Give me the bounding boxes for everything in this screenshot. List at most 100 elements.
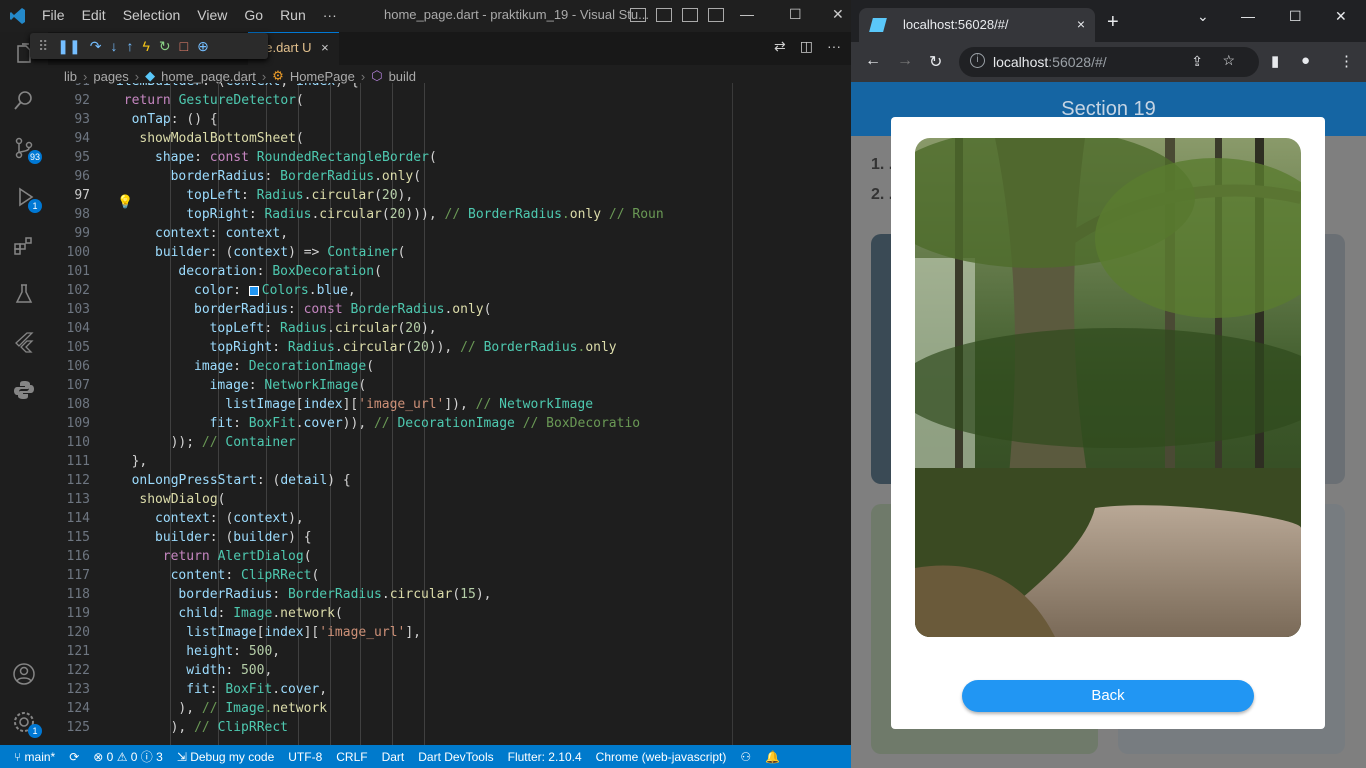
customize-layout-icon[interactable] xyxy=(708,8,724,22)
code-line[interactable]: 123 fit: BoxFit.cover, xyxy=(48,680,851,699)
code-line[interactable]: 115 builder: (builder) { xyxy=(48,528,851,547)
code-line[interactable]: 114 context: (context), xyxy=(48,509,851,528)
device-status[interactable]: Chrome (web-javascript) xyxy=(596,750,727,764)
back-button[interactable]: Back xyxy=(962,680,1254,712)
language-status[interactable]: Dart xyxy=(382,750,405,764)
menu-edit[interactable]: Edit xyxy=(82,7,106,23)
code-line[interactable]: 96 borderRadius: BorderRadius.only( xyxy=(48,167,851,186)
code-line[interactable]: 111}, xyxy=(48,452,851,471)
browser-tab[interactable]: localhost:56028/#/ × xyxy=(859,8,1095,42)
code-line[interactable]: 106 image: DecorationImage( xyxy=(48,357,851,376)
eol-status[interactable]: CRLF xyxy=(336,750,367,764)
profile-icon[interactable]: ● xyxy=(1301,52,1310,69)
code-line[interactable]: 94 showModalBottomSheet( xyxy=(48,129,851,148)
code-line[interactable]: 99 context: context, xyxy=(48,224,851,243)
menu-go[interactable]: Go xyxy=(244,7,263,23)
step-out-icon[interactable]: ↑ xyxy=(126,38,133,54)
breadcrumb-item[interactable]: lib xyxy=(64,69,77,84)
breadcrumb-item[interactable]: pages xyxy=(93,69,128,84)
code-line[interactable]: 109 fit: BoxFit.cover)), // DecorationIma… xyxy=(48,414,851,433)
code-line[interactable]: 121 height: 500, xyxy=(48,642,851,661)
extensions-icon[interactable] xyxy=(12,234,36,258)
forward-arrow-icon[interactable]: → xyxy=(897,52,913,70)
browser-minimize-icon[interactable]: — xyxy=(1241,8,1255,24)
toggle-primary-sidebar-icon[interactable] xyxy=(630,8,646,22)
tab-search-icon[interactable]: ⌄ xyxy=(1197,8,1209,25)
code-line[interactable]: 122 width: 500, xyxy=(48,661,851,680)
flutter-status[interactable]: Flutter: 2.10.4 xyxy=(508,750,582,764)
code-line[interactable]: 102 color: Colors.blue, xyxy=(48,281,851,300)
maximize-icon[interactable]: ☐ xyxy=(789,6,802,23)
code-line[interactable]: 91 itemBuilder: (context, index) { xyxy=(48,83,851,91)
devtools-status[interactable]: Dart DevTools xyxy=(418,750,493,764)
code-line[interactable]: 113 showDialog( xyxy=(48,490,851,509)
browser-tab-close-icon[interactable]: × xyxy=(1077,16,1085,32)
source-control-icon[interactable]: 93 xyxy=(12,136,42,164)
browser-maximize-icon[interactable]: ☐ xyxy=(1289,8,1302,25)
code-line[interactable]: 124), // Image.network xyxy=(48,699,851,718)
code-line[interactable]: 100 builder: (context) => Container( xyxy=(48,243,851,262)
drag-handle-icon[interactable]: ⠿ xyxy=(38,38,48,55)
code-line[interactable]: 112 onLongPressStart: (detail) { xyxy=(48,471,851,490)
code-line[interactable]: 103 borderRadius: const BorderRadius.only… xyxy=(48,300,851,319)
chrome-menu-icon[interactable]: ⋮ xyxy=(1339,52,1354,70)
code-line[interactable]: 110)); // Container xyxy=(48,433,851,452)
code-line[interactable]: 108 listImage[index]['image_url']), // Ne… xyxy=(48,395,851,414)
new-tab-icon[interactable]: + xyxy=(1107,12,1119,32)
minimize-icon[interactable]: — xyxy=(740,6,754,22)
browser-close-icon[interactable]: ✕ xyxy=(1335,8,1347,25)
code-line[interactable]: 105 topRight: Radius.circular(20)), // Bo… xyxy=(48,338,851,357)
toggle-panel-icon[interactable] xyxy=(656,8,672,22)
code-line[interactable]: 120 listImage[index]['image_url'], xyxy=(48,623,851,642)
site-info-icon[interactable]: i xyxy=(970,53,985,68)
menu-more[interactable]: ··· xyxy=(323,7,337,23)
breadcrumb-item[interactable]: HomePage xyxy=(290,69,355,84)
debug-status[interactable]: ⇲ Debug my code xyxy=(177,750,274,764)
breadcrumb-item[interactable]: build xyxy=(389,69,416,84)
hot-reload-icon[interactable]: ϟ xyxy=(142,38,149,54)
share-icon[interactable]: ⇪ xyxy=(1191,53,1203,70)
code-line[interactable]: 116 return AlertDialog( xyxy=(48,547,851,566)
stop-icon[interactable]: □ xyxy=(180,38,188,54)
code-editor[interactable]: 💡 91itemBuilder: (context, index) {92ret… xyxy=(48,83,851,745)
problems-status[interactable]: ⊗ 0 ⚠ 0 ⓘ 3 xyxy=(93,748,163,765)
more-actions-icon[interactable]: ··· xyxy=(827,38,841,55)
back-arrow-icon[interactable]: ← xyxy=(865,52,881,70)
code-line[interactable]: 93 onTap: () { xyxy=(48,110,851,129)
reload-icon[interactable]: ↻ xyxy=(929,52,942,72)
sync-icon[interactable]: ⟳ xyxy=(69,750,79,764)
menu-run[interactable]: Run xyxy=(280,7,306,23)
code-line[interactable]: 119 child: Image.network( xyxy=(48,604,851,623)
compare-changes-icon[interactable]: ⇄ xyxy=(774,38,786,55)
run-debug-icon[interactable]: 1 xyxy=(12,185,42,213)
restart-icon[interactable]: ↻ xyxy=(159,38,171,55)
testing-icon[interactable] xyxy=(12,282,36,306)
close-window-icon[interactable]: ✕ xyxy=(832,6,844,23)
menu-selection[interactable]: Selection xyxy=(123,7,181,23)
feedback-icon[interactable]: ⚇ xyxy=(740,750,751,764)
python-icon[interactable] xyxy=(12,378,36,402)
branch-status[interactable]: ⑂ main* xyxy=(14,750,55,764)
tab-close-icon[interactable]: × xyxy=(321,40,329,55)
manage-gear-icon[interactable]: 1 xyxy=(12,710,42,738)
code-line[interactable]: 95 shape: const RoundedRectangleBorder( xyxy=(48,148,851,167)
code-line[interactable]: 118 borderRadius: BorderRadius.circular(1… xyxy=(48,585,851,604)
split-editor-icon[interactable]: ◫ xyxy=(800,38,813,55)
step-into-icon[interactable]: ↓ xyxy=(110,38,117,54)
menu-view[interactable]: View xyxy=(197,7,227,23)
code-line[interactable]: 97 topLeft: Radius.circular(20), xyxy=(48,186,851,205)
menu-file[interactable]: File xyxy=(42,7,65,23)
code-line[interactable]: 98 topRight: Radius.circular(20))), // Bo… xyxy=(48,205,851,224)
notifications-icon[interactable]: 🔔 xyxy=(765,750,780,764)
accounts-icon[interactable] xyxy=(12,662,36,686)
toggle-secondary-sidebar-icon[interactable] xyxy=(682,8,698,22)
bookmark-star-icon[interactable]: ☆ xyxy=(1222,52,1235,69)
inspect-widget-icon[interactable]: ⊕ xyxy=(197,38,209,55)
encoding-status[interactable]: UTF-8 xyxy=(288,750,322,764)
code-line[interactable]: 92 return GestureDetector( xyxy=(48,91,851,110)
flutter-icon[interactable] xyxy=(12,330,36,354)
step-over-icon[interactable]: ↷ xyxy=(90,38,102,55)
pause-icon[interactable]: ❚❚ xyxy=(57,38,80,55)
breadcrumb-item[interactable]: home_page.dart xyxy=(161,69,256,84)
search-icon[interactable] xyxy=(12,88,36,112)
